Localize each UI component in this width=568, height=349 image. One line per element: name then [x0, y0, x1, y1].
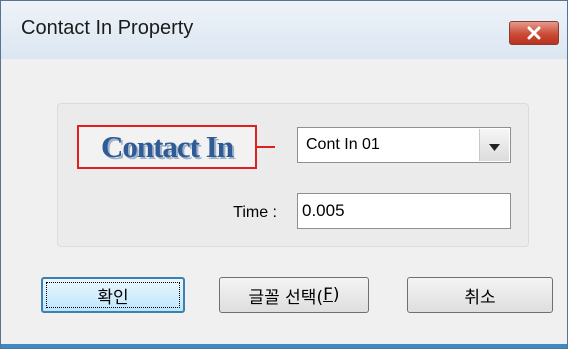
dropdown-button[interactable]	[479, 129, 509, 161]
close-button[interactable]	[509, 21, 559, 45]
window-bottom-border	[1, 344, 567, 348]
title-bar[interactable]: Contact In Property	[1, 1, 567, 59]
cancel-button-label: 취소	[464, 287, 496, 308]
label-connector-line	[257, 146, 275, 148]
font-select-button[interactable]: 글꼴 선택(F)	[219, 277, 369, 313]
window-title: Contact In Property	[21, 17, 194, 39]
focus-rectangle	[46, 282, 180, 308]
time-label: Time :	[233, 204, 277, 221]
ok-button[interactable]: 확인	[41, 277, 185, 313]
contact-in-label-text: Contact In	[100, 129, 234, 164]
font-button-mnemonic: F	[323, 285, 333, 305]
close-x-icon	[526, 26, 542, 40]
contact-in-label-preview: Contact In	[77, 125, 257, 169]
cancel-button[interactable]: 취소	[407, 277, 553, 313]
font-button-label-suffix: )	[332, 285, 340, 305]
contact-in-select[interactable]: Cont In 01	[297, 127, 511, 163]
font-button-label-prefix: 글꼴 선택(	[248, 287, 324, 308]
contact-in-select-value: Cont In 01	[306, 136, 380, 153]
dialog-window: Contact In Property Contact In Cont In 0…	[0, 0, 568, 349]
dialog-body: Contact In Cont In 01 Time : 확인 글꼴 선택(F)…	[1, 59, 567, 348]
triangle-down-icon	[489, 136, 500, 155]
time-input[interactable]	[297, 193, 511, 229]
